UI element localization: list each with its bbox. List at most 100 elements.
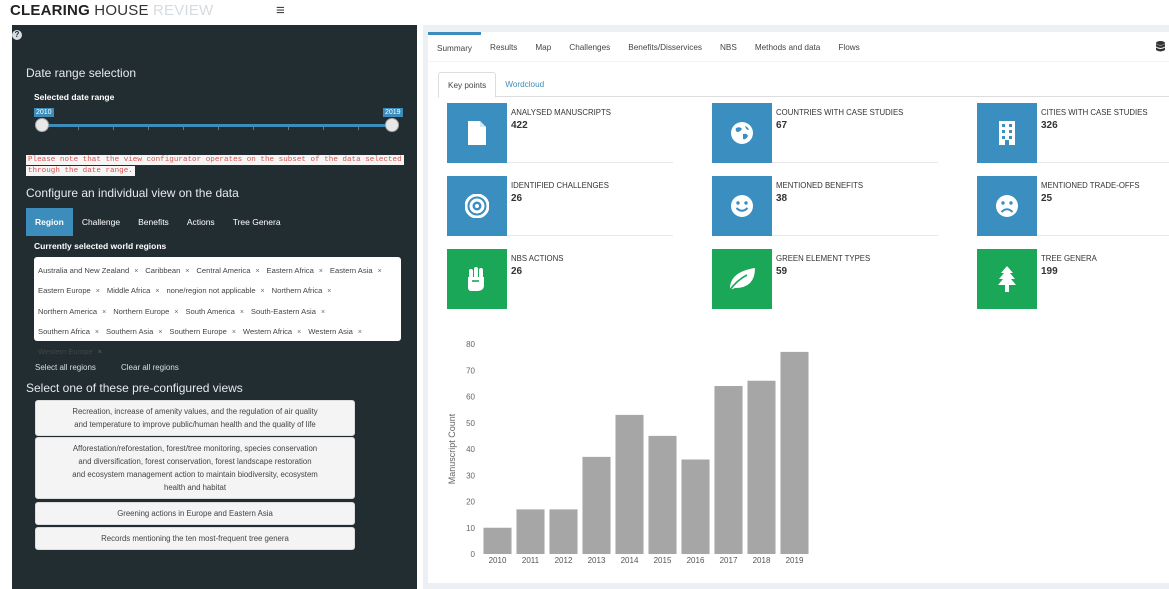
remove-icon[interactable]: × [358,329,362,336]
divider [772,162,938,163]
divider [507,235,673,236]
remove-icon[interactable]: × [240,309,244,316]
region-chip[interactable]: Eastern Asia × [330,263,382,280]
date-range-label: Selected date range [34,92,115,102]
slider-max-handle[interactable] [385,118,399,132]
remove-icon[interactable]: × [319,268,323,275]
y-tick-label: 20 [466,498,475,507]
region-chip[interactable]: none/region not applicable × [166,283,264,300]
remove-icon[interactable]: × [98,349,102,356]
region-chip[interactable]: Western Europe × [38,344,102,361]
tab-methods-and-data[interactable]: Methods and data [746,32,830,61]
regions-multiselect[interactable]: Australia and New Zealand × Caribbean × Cent… [34,257,401,356]
menu-toggle-icon[interactable]: ≡ [276,2,285,19]
tab-map[interactable]: Map [526,32,560,61]
region-chip[interactable]: Northern Africa × [272,283,332,300]
region-chip[interactable]: South-Eastern Asia × [251,304,325,321]
help-icon[interactable]: ? [12,30,22,40]
region-chip[interactable]: South America × [185,304,243,321]
slider-tick [253,127,254,130]
bar [549,509,578,554]
region-chip[interactable]: Northern Europe × [113,304,178,321]
tab-challenge[interactable]: Challenge [73,208,129,236]
remove-icon[interactable]: × [155,288,159,295]
infobox-value: 26 [511,193,523,204]
preset-button-tree-genera[interactable]: Records mentioning the ten most-frequent… [35,527,355,550]
tab-benefits[interactable]: Benefits [129,208,178,236]
remove-icon[interactable]: × [327,288,331,295]
date-range-slider[interactable] [42,124,392,127]
remove-icon[interactable]: × [232,329,236,336]
slider-tick [218,127,219,130]
tab-benefits-disservices[interactable]: Benefits/Disservices [619,32,711,61]
slider-min-handle[interactable] [35,118,49,132]
remove-icon[interactable]: × [261,288,265,295]
remove-icon[interactable]: × [297,329,301,336]
region-chip-label: Northern Africa [271,286,323,296]
infobox-label: COUNTRIES WITH CASE STUDIES [776,108,904,117]
region-chip-label: Western Asia [308,326,353,336]
preset-button-recreation[interactable]: Recreation, increase of amenity values, … [35,400,355,436]
region-chip[interactable]: Southern Africa × [38,324,99,341]
presets-heading: Select one of these pre-configured views [26,381,243,395]
region-chip[interactable]: Western Africa × [243,324,301,341]
region-chip[interactable]: Middle Africa × [107,283,160,300]
tab-region[interactable]: Region [26,208,73,236]
brand-part-2: HOUSE [89,2,154,19]
select-all-regions-link[interactable]: Select all regions [35,363,96,372]
manuscripts-per-year-chart: 0 10 20 30 40 50 60 70 80 2010 2011 2012 2013 2014 201… [447,340,809,565]
subtab-wordcloud[interactable]: Wordcloud [496,72,553,96]
remove-icon[interactable]: × [185,268,189,275]
region-chip[interactable]: Eastern Europe × [38,283,100,300]
preset-line: and ecosystem management action to maint… [72,470,318,479]
infobox-value: 422 [511,120,528,131]
remove-icon[interactable]: × [96,288,100,295]
preset-button-greening[interactable]: Greening actions in Europe and Eastern A… [35,502,355,525]
infobox-label: IDENTIFIED CHALLENGES [511,181,609,190]
region-chip[interactable]: Northern America × [38,304,106,321]
remove-icon[interactable]: × [255,268,259,275]
tab-challenges[interactable]: Challenges [560,32,619,61]
region-chip[interactable]: Caribbean × [145,263,189,280]
region-chip[interactable]: Central America × [196,263,259,280]
x-tick-label: 2016 [687,556,705,565]
region-chip[interactable]: Australia and New Zealand × [38,263,138,280]
infobox-countries: COUNTRIES WITH CASE STUDIES 67 [712,103,938,163]
remove-icon[interactable]: × [174,309,178,316]
main-tabs: Summary Results Map Challenges Benefits/… [428,32,1169,62]
remove-icon[interactable]: × [378,268,382,275]
region-chip[interactable]: Western Asia × [308,324,362,341]
tab-tree-genera[interactable]: Tree Genera [224,208,290,236]
infobox-label: MENTIONED TRADE-OFFS [1041,181,1140,190]
region-chip[interactable]: Eastern Africa × [267,263,323,280]
tab-nbs[interactable]: NBS [711,32,746,61]
tab-summary[interactable]: Summary [428,32,482,61]
infobox-label: ANALYSED MANUSCRIPTS [511,108,611,117]
region-chip-label: Southern Asia [106,326,154,336]
region-chip-label: Southern Europe [169,326,227,336]
region-chip[interactable]: Southern Asia × [106,324,162,341]
infobox-value: 25 [1041,193,1053,204]
app-logo[interactable]: CLEARING HOUSE REVIEW [10,2,213,19]
remove-icon[interactable]: × [158,329,162,336]
remove-icon[interactable]: × [134,268,138,275]
clear-all-regions-link[interactable]: Clear all regions [121,363,179,372]
infobox-label: CITIES WITH CASE STUDIES [1041,108,1148,117]
remove-icon[interactable]: × [95,329,99,336]
date-range-note-line-1: Please note that the view configurator o… [26,155,404,165]
divider [1037,235,1169,236]
remove-icon[interactable]: × [321,309,325,316]
region-chip[interactable]: Southern Europe × [169,324,236,341]
subtab-key-points[interactable]: Key points [438,72,497,98]
bar [582,456,611,554]
tab-results[interactable]: Results [481,32,526,61]
database-icon[interactable] [1156,41,1165,52]
x-tick-label: 2015 [654,556,672,565]
tab-flows[interactable]: Flows [829,32,868,61]
infobox-value: 26 [511,266,523,277]
tab-actions[interactable]: Actions [178,208,224,236]
preset-button-afforestation[interactable]: Afforestation/reforestation, forest/tree… [35,437,355,499]
regions-label: Currently selected world regions [34,241,167,251]
infobox-value: 59 [776,266,788,277]
remove-icon[interactable]: × [102,309,106,316]
